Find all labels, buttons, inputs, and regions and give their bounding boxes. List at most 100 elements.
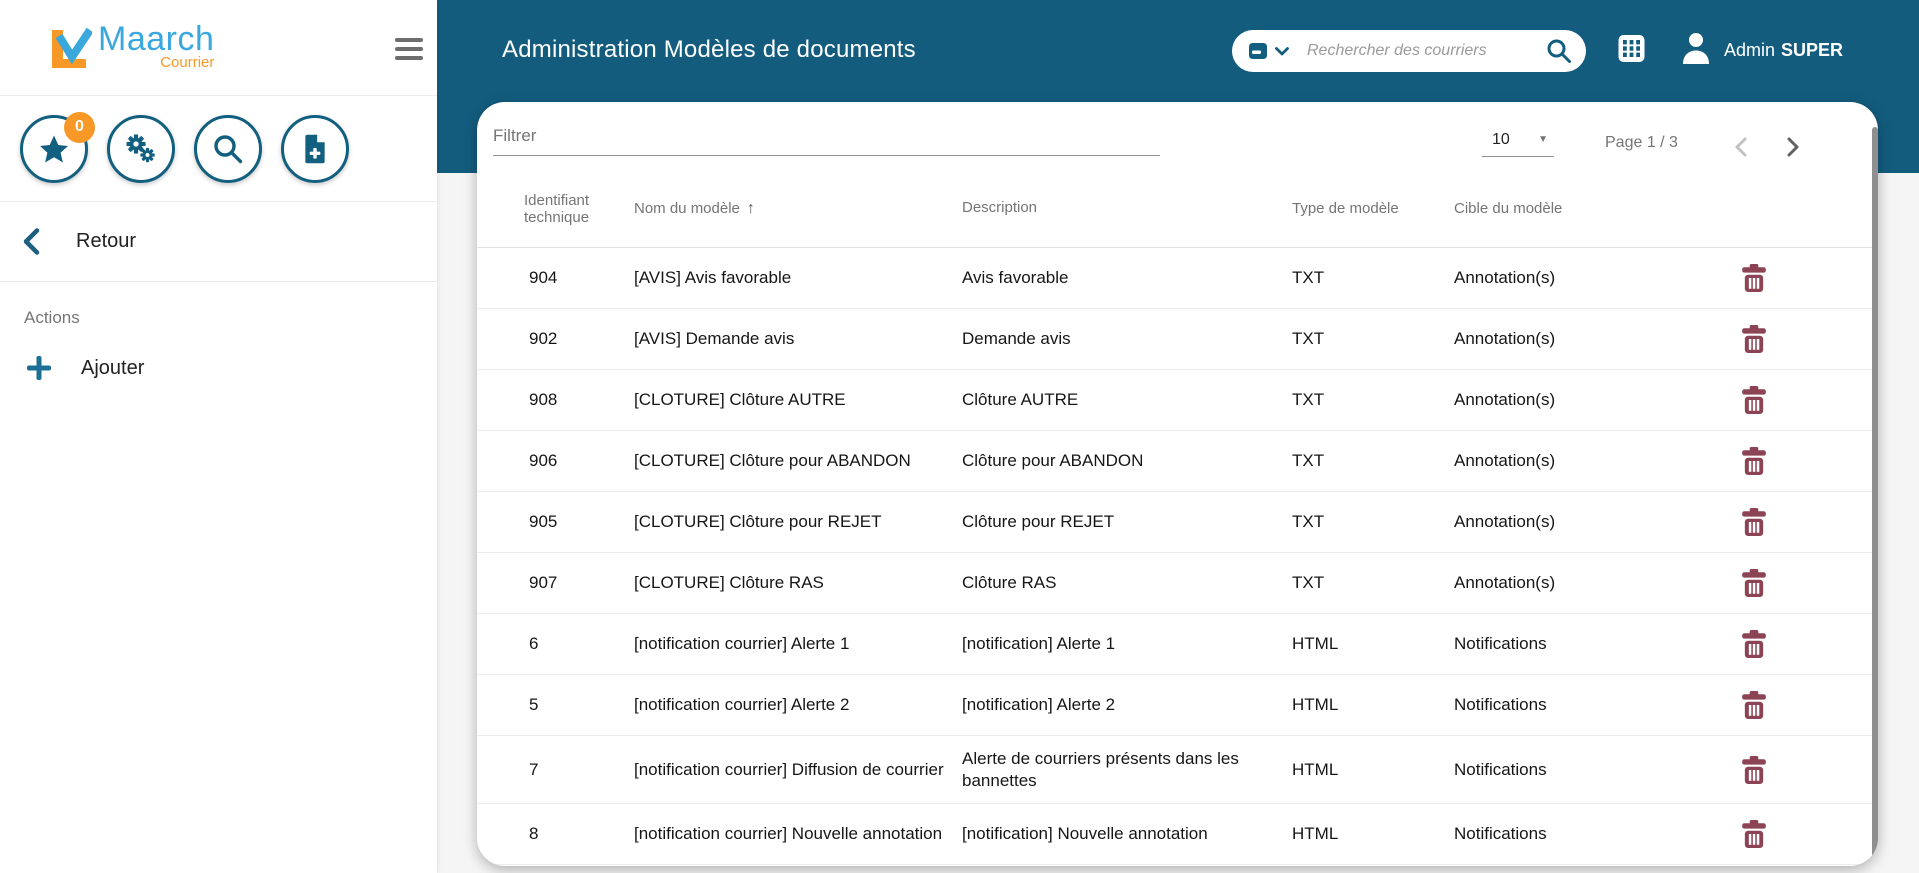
current-user-label[interactable]: Admin SUPER — [1724, 0, 1843, 100]
delete-button[interactable] — [1734, 685, 1774, 725]
cell-id: 908 — [529, 390, 558, 409]
cell-description: Clôture AUTRE — [962, 390, 1079, 410]
table-row[interactable]: 904 [AVIS] Avis favorable Avis favorable… — [477, 248, 1878, 309]
cell-id: 5 — [529, 695, 539, 714]
delete-button[interactable] — [1734, 441, 1774, 481]
cell-target: Annotation(s) — [1454, 390, 1556, 409]
gears-icon — [126, 133, 155, 162]
header-identifiant[interactable]: Identifiant technique — [477, 192, 634, 226]
trash-icon — [1742, 264, 1766, 292]
favorites-badge: 0 — [64, 111, 95, 143]
chevron-left-icon — [1735, 137, 1747, 157]
sort-asc-icon: ↑ — [746, 199, 755, 217]
cell-target: Notifications — [1454, 824, 1547, 843]
table-row[interactable]: 902 [AVIS] Demande avis Demande avis TXT… — [477, 309, 1878, 370]
sidebar-logo-row: Maarch Courrier — [0, 0, 437, 96]
apps-grid-icon[interactable] — [1618, 34, 1645, 66]
menu-hamburger-icon[interactable] — [395, 36, 425, 62]
table-row[interactable]: 908 [CLOTURE] Clôture AUTRE Clôture AUTR… — [477, 370, 1878, 431]
delete-button[interactable] — [1734, 380, 1774, 420]
favorites-button[interactable]: 0 — [20, 111, 95, 183]
header-cible[interactable]: Cible du modèle — [1454, 200, 1704, 217]
chevron-down-icon[interactable] — [1275, 46, 1289, 56]
cell-description: Alerte de courriers présents dans les ba… — [962, 749, 1239, 790]
cell-type: HTML — [1292, 759, 1339, 779]
cell-target: Annotation(s) — [1454, 512, 1556, 531]
back-button[interactable]: Retour — [0, 202, 437, 282]
cell-name: [notification courrier] Alerte 1 — [634, 634, 850, 653]
cell-id: 906 — [529, 451, 558, 470]
table-row[interactable]: 905 [CLOTURE] Clôture pour REJET Clôture… — [477, 492, 1878, 553]
trash-icon — [1742, 755, 1766, 784]
cell-name: [AVIS] Demande avis — [634, 329, 795, 348]
delete-button[interactable] — [1734, 814, 1774, 854]
trash-icon — [1742, 447, 1766, 475]
filter-input[interactable] — [493, 116, 1160, 156]
search-input[interactable] — [1307, 42, 1546, 60]
search-icon — [214, 134, 243, 163]
user-profile-icon[interactable] — [1680, 31, 1712, 68]
previous-page-button[interactable] — [1724, 129, 1760, 165]
delete-button[interactable] — [1734, 258, 1774, 298]
cell-id: 7 — [529, 759, 539, 779]
cell-description: Clôture pour REJET — [962, 512, 1115, 532]
add-template-button[interactable]: Ajouter — [0, 354, 437, 382]
delete-button[interactable] — [1734, 750, 1774, 790]
cell-description: [notification] Alerte 1 — [962, 634, 1116, 654]
search-icon[interactable] — [1546, 38, 1572, 64]
cell-name: [CLOTURE] Clôture AUTRE — [634, 390, 846, 409]
page-size-select[interactable]: 10 ▼ — [1482, 123, 1554, 157]
trash-icon — [1742, 325, 1766, 353]
page-indicator: Page 1 / 3 — [1605, 134, 1678, 151]
cell-name: [notification courrier] Alerte 2 — [634, 695, 850, 714]
next-page-button[interactable] — [1774, 129, 1810, 165]
app-header: Administration Modèles de documents Rech… — [437, 0, 1919, 100]
add-label: Ajouter — [81, 356, 145, 379]
table-header-row: Identifiant technique Nom du modèle ↑ Des… — [477, 170, 1878, 248]
cell-name: [notification courrier] Diffusion de cou… — [634, 759, 944, 779]
cell-description: [notification] Nouvelle annotation — [962, 824, 1208, 844]
cell-id: 902 — [529, 329, 558, 348]
header-type[interactable]: Type de modèle — [1292, 200, 1454, 217]
cell-name: [CLOTURE] Clôture pour ABANDON — [634, 451, 911, 470]
header-nom[interactable]: Nom du modèle ↑ — [634, 200, 962, 218]
global-search-bar[interactable] — [1232, 30, 1586, 72]
table-row[interactable]: 8 [notification courrier] Nouvelle annot… — [477, 804, 1878, 865]
header-description[interactable]: Description — [962, 199, 1292, 218]
cell-type: TXT — [1292, 390, 1325, 409]
delete-button[interactable] — [1734, 624, 1774, 664]
cell-name: [CLOTURE] Clôture RAS — [634, 573, 824, 592]
cell-target: Notifications — [1454, 634, 1547, 653]
table-row[interactable]: 7 [notification courrier] Diffusion de c… — [477, 736, 1878, 804]
cell-type: TXT — [1292, 268, 1325, 287]
table-row[interactable]: 906 [CLOTURE] Clôture pour ABANDON Clôtu… — [477, 431, 1878, 492]
basket-icon[interactable] — [1248, 41, 1268, 61]
cell-type: HTML — [1292, 695, 1339, 714]
table-row[interactable]: 6 [notification courrier] Alerte 1 [noti… — [477, 614, 1878, 675]
cell-description: [notification] Alerte 2 — [962, 695, 1116, 715]
actions-section-label: Actions — [24, 308, 80, 327]
logo-text: Maarch — [98, 20, 215, 58]
cell-description: Avis favorable — [962, 268, 1069, 288]
search-shortcut-button[interactable] — [194, 114, 262, 183]
table-row[interactable]: 907 [CLOTURE] Clôture RAS Clôture RAS TX… — [477, 553, 1878, 614]
cell-id: 905 — [529, 512, 558, 531]
list-toolbar: 10 ▼ Page 1 / 3 — [477, 102, 1878, 170]
vertical-scrollbar[interactable] — [1872, 127, 1878, 862]
delete-button[interactable] — [1734, 319, 1774, 359]
cell-target: Notifications — [1454, 759, 1547, 779]
cell-target: Annotation(s) — [1454, 329, 1556, 348]
delete-button[interactable] — [1734, 563, 1774, 603]
new-document-button[interactable] — [281, 114, 349, 183]
cell-id: 907 — [529, 573, 558, 592]
delete-button[interactable] — [1734, 502, 1774, 542]
plus-icon — [27, 356, 51, 380]
maarch-logo[interactable]: Maarch Courrier — [46, 22, 214, 71]
cell-name: [notification courrier] Nouvelle annotat… — [634, 824, 943, 843]
administration-button[interactable] — [107, 114, 175, 183]
trash-icon — [1742, 386, 1766, 414]
cell-id: 8 — [529, 824, 539, 843]
cell-type: TXT — [1292, 451, 1325, 470]
cell-target: Annotation(s) — [1454, 451, 1556, 470]
table-row[interactable]: 5 [notification courrier] Alerte 2 [noti… — [477, 675, 1878, 736]
